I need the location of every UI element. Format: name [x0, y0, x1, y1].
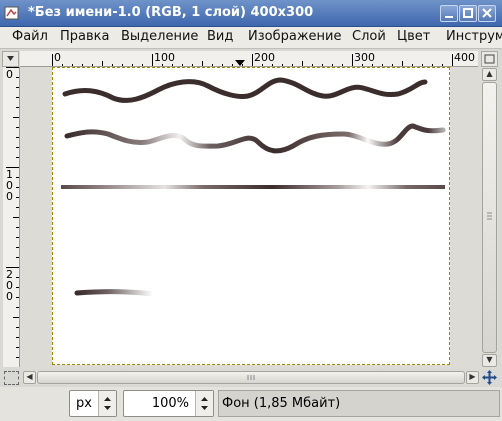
horizontal-scrollbar[interactable]: ◀ ▶	[22, 370, 481, 385]
vertical-ruler-ticks	[6, 67, 19, 358]
horizontal-ruler-ticks	[52, 54, 453, 66]
maximize-button[interactable]	[459, 5, 477, 22]
quick-mask-icon[interactable]	[4, 371, 19, 385]
ruler-label-0: 0	[54, 51, 61, 64]
hscroll-grip-icon	[247, 375, 255, 380]
scroll-grip-icon	[487, 212, 492, 220]
ruler-label-300: 300	[354, 51, 375, 64]
canvas-area[interactable]	[20, 67, 481, 369]
vertical-scrollbar[interactable]: ▲ ▼	[481, 67, 498, 369]
paint-strokes	[61, 77, 446, 297]
scroll-left-button[interactable]: ◀	[23, 371, 36, 384]
status-bar: px 100% Фон (1,85 Мбайт)	[0, 387, 502, 421]
navigate-icon[interactable]	[481, 369, 498, 386]
ruler-label-400: 400	[454, 51, 475, 64]
minimize-icon	[445, 16, 453, 18]
menu-tools[interactable]: Инструм	[446, 29, 502, 44]
horizontal-scroll-thumb[interactable]	[37, 371, 465, 384]
unit-selector[interactable]: px	[69, 390, 117, 417]
horizontal-ruler[interactable]: 0 100 200 300 400	[20, 51, 478, 67]
unit-value: px	[76, 396, 92, 411]
close-icon	[482, 8, 492, 18]
stroke-2	[64, 123, 446, 154]
zoom-selector[interactable]: 100%	[123, 390, 214, 417]
scroll-up-button[interactable]: ▲	[482, 68, 497, 81]
status-info: Фон (1,85 Мбайт)	[222, 396, 341, 411]
zoom-value: 100%	[151, 396, 189, 411]
menu-file[interactable]: Файл	[12, 29, 48, 44]
menu-image[interactable]: Изображение	[248, 29, 341, 44]
scroll-down-button[interactable]: ▼	[482, 354, 497, 367]
gimp-app-icon	[4, 6, 19, 20]
zoom-fit-icon	[484, 54, 495, 64]
stroke-3	[61, 185, 445, 189]
menu-arrow-button[interactable]	[2, 51, 19, 67]
title-bar: *Без имени-1.0 (RGB, 1 слой) 400x300	[0, 0, 502, 27]
menu-select[interactable]: Выделение	[121, 29, 198, 44]
vertical-ruler[interactable]: 0 100 200	[3, 67, 20, 367]
menu-colors[interactable]: Цвет	[397, 29, 430, 44]
menu-layer[interactable]: Слой	[352, 29, 386, 44]
status-message: Фон (1,85 Мбайт)	[218, 390, 500, 417]
menu-view[interactable]: Вид	[207, 29, 233, 44]
close-button[interactable]	[478, 5, 496, 22]
zoom-fit-button[interactable]	[481, 51, 498, 67]
stroke-1	[62, 77, 428, 103]
window-title: *Без имени-1.0 (RGB, 1 слой) 400x300	[28, 5, 314, 20]
ruler-label-200: 200	[254, 51, 275, 64]
minimize-button[interactable]	[440, 5, 458, 22]
vruler-label-100: 100	[6, 168, 13, 203]
vruler-label-200: 200	[6, 268, 13, 303]
unit-spin-icon[interactable]	[98, 391, 116, 416]
scroll-right-button[interactable]: ▶	[466, 371, 479, 384]
zoom-spin-icon[interactable]	[195, 391, 213, 416]
ruler-label-100: 100	[154, 51, 175, 64]
vruler-label-0: 0	[6, 68, 13, 81]
image-canvas[interactable]	[52, 67, 450, 365]
menu-edit[interactable]: Правка	[60, 29, 109, 44]
vertical-scroll-thumb[interactable]	[482, 82, 497, 353]
maximize-icon	[463, 8, 473, 18]
stroke-5	[74, 289, 156, 297]
menu-arrow-icon	[7, 56, 14, 61]
menu-bar: Файл Правка Выделение Вид Изображение Сл…	[0, 27, 502, 49]
